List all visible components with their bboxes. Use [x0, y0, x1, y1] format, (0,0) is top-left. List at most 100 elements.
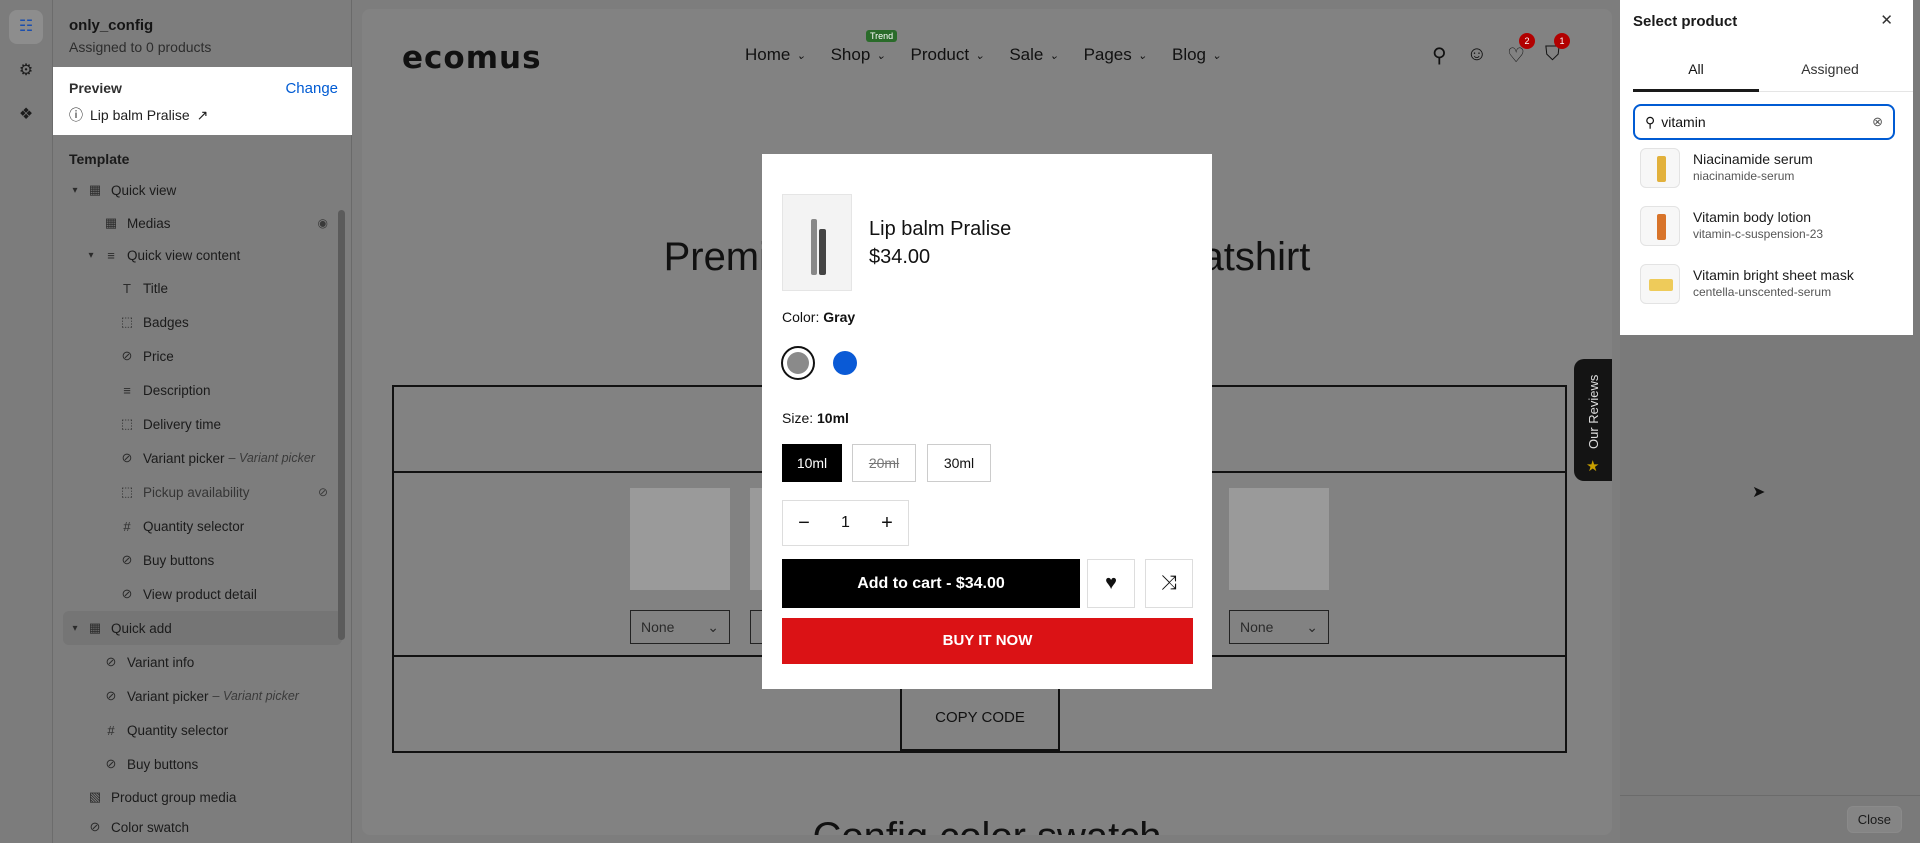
account-icon[interactable]: ☺	[1467, 43, 1487, 68]
swatch-gray[interactable]	[781, 346, 815, 380]
eye-off-icon[interactable]: ⊘	[318, 485, 328, 499]
change-link[interactable]: Change	[285, 80, 338, 97]
tree-item-view-product-detail[interactable]: ⊘ View product detail	[53, 577, 352, 611]
tab-assigned[interactable]: Assigned	[1767, 48, 1893, 92]
hash-icon: #	[123, 518, 131, 534]
size-option-10ml[interactable]: 10ml	[782, 444, 842, 482]
menu-home[interactable]: Home ⌄	[745, 45, 806, 65]
size-value: 10ml	[817, 410, 849, 426]
block-icon: ⬚	[120, 314, 134, 329]
cart-count: 1	[1554, 33, 1570, 49]
apps-icon[interactable]: ❖	[9, 98, 43, 132]
close-button[interactable]: Close	[1846, 806, 1902, 833]
swatch-fill	[833, 351, 857, 375]
tree-item-quantity-selector[interactable]: # Quantity selector	[53, 509, 352, 543]
close-icon[interactable]: ✕	[1880, 11, 1893, 29]
select-product-sidebar: Select product ✕ All Assigned ⚲ ⊗ Niacin…	[1620, 0, 1920, 843]
buy-now-button[interactable]: BUY IT NOW	[782, 618, 1193, 664]
tree-item-label: Quick add	[111, 620, 172, 636]
result-handle: niacinamide-serum	[1693, 169, 1795, 183]
product-image[interactable]	[782, 194, 852, 291]
tree-item-subtitle: – Variant picker	[212, 689, 299, 703]
menu-shop[interactable]: Shop ⌄	[831, 45, 886, 65]
tab-all[interactable]: All	[1633, 48, 1759, 92]
menu-product[interactable]: Product ⌄	[911, 45, 985, 65]
color-value: Gray	[823, 309, 856, 325]
menu-label: Home	[745, 45, 791, 64]
add-to-cart-button[interactable]: Add to cart - $34.00	[782, 559, 1080, 608]
copy-code-button[interactable]: COPY CODE	[900, 683, 1060, 751]
panel-scrollbar[interactable]	[338, 210, 345, 640]
menu-label: Pages	[1083, 45, 1132, 64]
select-product-popover: Select product ✕ All Assigned ⚲ ⊗ Niacin…	[1620, 0, 1913, 335]
tree-item-quantity-selector-2[interactable]: # Quantity selector	[53, 713, 352, 747]
tree-item-quick-view[interactable]: ▾ ▦ Quick view	[53, 173, 352, 207]
compare-icon[interactable]: ⤨	[1145, 559, 1193, 608]
template-tree: Template ▾ ▦ Quick view ▦ Medias ◉ ▾ ≡ Quick v…	[53, 148, 352, 841]
tree-item-pickup-availability[interactable]: ⬚ Pickup availability ⊘	[53, 475, 352, 509]
tree-item-label: Medias	[127, 215, 171, 231]
chevron-down-icon: ⌄	[707, 619, 719, 635]
variant-select[interactable]: None ⌄	[1229, 610, 1329, 644]
result-name: Niacinamide serum	[1693, 151, 1813, 167]
minus-icon[interactable]: −	[793, 512, 815, 535]
menu-label: Blog	[1171, 45, 1207, 64]
sections-icon[interactable]: ☷	[9, 10, 43, 44]
chevron-down-icon[interactable]: ▾	[69, 623, 81, 634]
result-item[interactable]: Vitamin bright sheet mask centella-unsce…	[1640, 264, 1900, 314]
search-icon[interactable]: ⚲	[1432, 43, 1447, 68]
tree-item-product-group-media[interactable]: ▧ Product group media	[53, 781, 352, 813]
chevron-down-icon[interactable]: ▾	[69, 185, 81, 196]
preview-product-name: Lip balm Pralise	[90, 107, 190, 123]
tree-item-quick-add[interactable]: ▾ ▦ Quick add	[63, 611, 342, 645]
menu-blog[interactable]: Blog ⌄	[1172, 45, 1221, 65]
variant-select[interactable]: None ⌄	[630, 610, 730, 644]
settings-icon[interactable]: ⚙	[9, 54, 43, 88]
size-option-30ml[interactable]: 30ml	[927, 444, 991, 482]
product-thumbnail[interactable]	[1229, 488, 1329, 590]
wishlist-icon[interactable]: ♡ 2	[1507, 33, 1535, 68]
search-input[interactable]	[1661, 114, 1867, 130]
search-field: ⚲ ⊗	[1633, 104, 1895, 140]
external-link-icon[interactable]: ↗	[197, 107, 209, 124]
tree-item-badges[interactable]: ⬚ Badges	[53, 305, 352, 339]
tree-item-variant-picker-2[interactable]: ⊘ Variant picker – Variant picker	[53, 679, 352, 713]
section-icon: ▦	[88, 182, 102, 197]
tree-item-buy-buttons-2[interactable]: ⊘ Buy buttons	[53, 747, 352, 781]
result-name: Vitamin bright sheet mask	[1693, 267, 1854, 283]
tree-item-delivery-time[interactable]: ⬚ Delivery time	[53, 407, 352, 441]
section-icon: ▦	[88, 620, 102, 635]
tree-item-variant-picker[interactable]: ⊘ Variant picker – Variant picker	[53, 441, 352, 475]
plus-icon[interactable]: +	[876, 512, 898, 535]
tree-item-buy-buttons[interactable]: ⊘ Buy buttons	[53, 543, 352, 577]
menu-sale[interactable]: Sale ⌄	[1009, 45, 1058, 65]
reviews-tab[interactable]: Our Reviews ★	[1574, 359, 1612, 481]
preview-product[interactable]: ⓘ Lip balm Pralise ↗	[69, 105, 336, 125]
tree-item-quick-view-content[interactable]: ▾ ≡ Quick view content	[53, 239, 352, 271]
result-item[interactable]: Niacinamide serum niacinamide-serum	[1640, 148, 1900, 198]
chevron-down-icon[interactable]: ▾	[85, 250, 97, 261]
reviews-label: Our Reviews	[1586, 374, 1601, 449]
tree-item-description[interactable]: ≡ Description	[53, 373, 352, 407]
config-heading: Config color swatch	[362, 815, 1612, 835]
eye-icon[interactable]: ◉	[318, 216, 328, 230]
product-thumbnail[interactable]	[630, 488, 730, 590]
tree-item-medias[interactable]: ▦ Medias ◉	[53, 207, 352, 239]
tree-item-label: Price	[143, 348, 174, 364]
quantity-value[interactable]: 1	[841, 514, 850, 532]
tree-item-label: Delivery time	[143, 416, 222, 432]
tree-item-color-swatch[interactable]: ⊘ Color swatch	[53, 813, 352, 841]
heart-icon[interactable]: ♥	[1087, 559, 1135, 608]
menu-pages[interactable]: Pages ⌄	[1084, 45, 1147, 65]
store-logo[interactable]: ecomus	[402, 40, 542, 76]
swatch-blue[interactable]	[828, 346, 862, 380]
tree-item-price[interactable]: ⊘ Price	[53, 339, 352, 373]
product-thumb	[1640, 148, 1680, 188]
tree-item-title[interactable]: T Title	[53, 271, 352, 305]
size-option-20ml[interactable]: 20ml	[852, 444, 916, 482]
result-item[interactable]: Vitamin body lotion vitamin-c-suspension…	[1640, 206, 1900, 256]
tree-item-variant-info[interactable]: ⊘ Variant info	[53, 645, 352, 679]
clear-icon[interactable]: ⊗	[1872, 114, 1883, 130]
store-header: ecomus Trend Home ⌄ Shop ⌄ Product ⌄ Sale ⌄ …	[362, 9, 1612, 101]
cart-icon[interactable]: ⛉ 1	[1545, 33, 1570, 68]
